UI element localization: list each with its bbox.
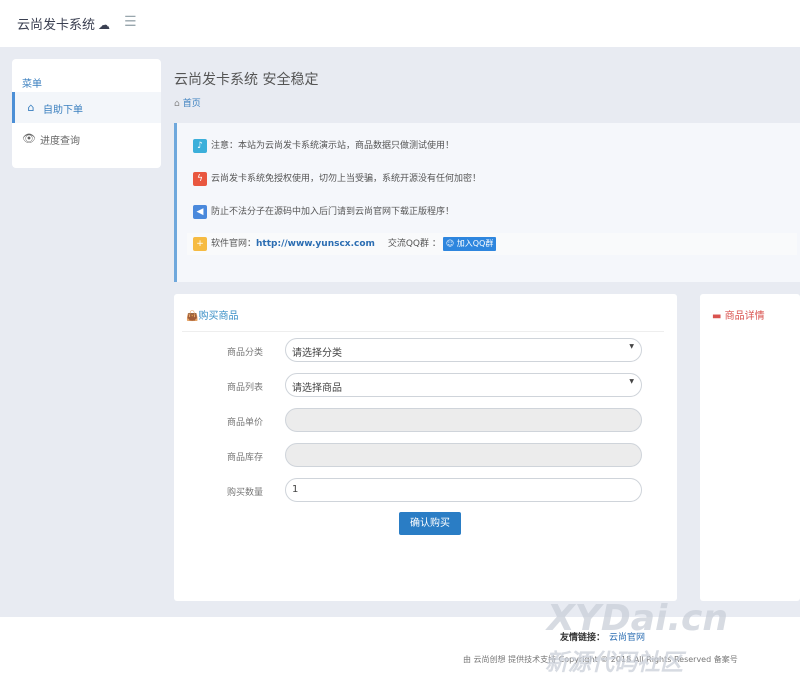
category-select-value: 请选择分类 xyxy=(292,348,342,359)
sidebar-item-label: 自助下单 xyxy=(43,105,83,116)
page-title: 云尚发卡系统 安全稳定 xyxy=(174,72,319,88)
price-label: 商品单价 xyxy=(227,418,264,428)
buy-panel-header: 👜购买商品 xyxy=(186,307,238,322)
breadcrumb-home[interactable]: 首页 xyxy=(183,99,201,109)
quantity-label: 购买数量 xyxy=(227,488,264,498)
product-select-value: 请选择商品 xyxy=(292,383,342,394)
shopping-bag-icon: 👜 xyxy=(186,311,199,322)
category-label: 商品分类 xyxy=(227,348,264,358)
home-icon: ⌂ xyxy=(27,101,35,114)
notice-item: ◀ 防止不法分子在源码中加入后门请到云尚官网下载正版程序！ xyxy=(193,204,454,219)
divider xyxy=(182,331,664,332)
notice-item: ♪ 注意：本站为云尚发卡系统演示站，商品数据只做测试使用！ xyxy=(193,138,454,153)
notice-text: 云尚发卡系统免授权使用，切勿上当受骗，系统开源没有任何加密！ xyxy=(211,174,482,184)
site-label: 软件官网： xyxy=(211,239,257,249)
watermark-text: 新源代码社区 xyxy=(545,650,683,676)
watermark-logo: XYDai.cn xyxy=(547,598,728,639)
notice-text: 注意：本站为云尚发卡系统演示站，商品数据只做测试使用！ xyxy=(211,141,455,151)
menu-toggle-icon[interactable]: ☰ xyxy=(124,14,140,30)
join-qq-button[interactable]: ☺ 加入QQ群 xyxy=(442,236,497,251)
product-label: 商品列表 xyxy=(227,383,264,393)
bolt-icon: ϟ xyxy=(193,171,207,186)
breadcrumb[interactable]: ⌂ 首页 xyxy=(174,96,201,109)
sidebar-item-label: 进度查询 xyxy=(40,136,80,147)
bell-icon: ♪ xyxy=(193,138,207,153)
sidebar-item-progress-query[interactable]: 👁 进度查询 xyxy=(12,123,161,154)
notice-item: ϟ 云尚发卡系统免授权使用，切勿上当受骗，系统开源没有任何加密！ xyxy=(193,171,481,186)
buy-panel: 👜购买商品 商品分类 请选择分类 ▼ 商品列表 请选择商品 ▼ 商品单价 商品库存 … xyxy=(174,294,677,601)
top-navbar: 云尚发卡系统 ☁ ☰ xyxy=(0,0,800,47)
stock-field xyxy=(285,443,642,467)
qq-label: 交流QQ群 ： xyxy=(387,239,441,249)
notice-text: 防止不法分子在源码中加入后门请到云尚官网下载正版程序！ xyxy=(211,207,455,217)
site-info-row: + 软件官网：http://www.yunscx.com 交流QQ群 ： ☺ 加入Q… xyxy=(187,233,797,255)
home-icon: ⌂ xyxy=(174,99,180,109)
card-icon: ▬ xyxy=(712,311,722,322)
detail-panel: ▬ 商品详情 xyxy=(700,294,800,601)
price-field xyxy=(285,408,642,432)
sidebar: 菜单 ⌂ 自助下单 👁 进度查询 xyxy=(12,59,161,168)
confirm-purchase-button[interactable]: 确认购买 xyxy=(399,512,461,535)
qq-penguin-icon: ☺ xyxy=(445,238,455,248)
category-select[interactable]: 请选择分类 ▼ xyxy=(285,338,642,362)
sidebar-item-self-order[interactable]: ⌂ 自助下单 xyxy=(12,92,161,123)
product-select[interactable]: 请选择商品 ▼ xyxy=(285,373,642,397)
sidebar-title: 菜单 xyxy=(22,79,42,90)
detail-title: 商品详情 xyxy=(724,311,765,322)
chevron-down-icon: ▼ xyxy=(629,343,634,350)
brand-title: 云尚发卡系统 xyxy=(17,18,96,33)
plus-icon: + xyxy=(193,236,207,251)
eye-icon: 👁 xyxy=(22,132,36,145)
brand[interactable]: 云尚发卡系统 ☁ xyxy=(17,14,110,33)
detail-panel-header: ▬ 商品详情 xyxy=(712,307,765,322)
chevron-down-icon: ▼ xyxy=(629,378,634,385)
notice-panel: ♪ 注意：本站为云尚发卡系统演示站，商品数据只做测试使用！ ϟ 云尚发卡系统免授权使… xyxy=(174,123,800,282)
stock-label: 商品库存 xyxy=(227,453,264,463)
join-qq-label: 加入QQ群 xyxy=(456,238,494,248)
site-url-link[interactable]: http://www.yunscx.com xyxy=(256,239,375,249)
buy-title: 购买商品 xyxy=(198,311,239,322)
quantity-input[interactable]: 1 xyxy=(285,478,642,502)
cloud-icon: ☁ xyxy=(98,18,111,32)
bullhorn-icon: ◀ xyxy=(193,204,207,219)
